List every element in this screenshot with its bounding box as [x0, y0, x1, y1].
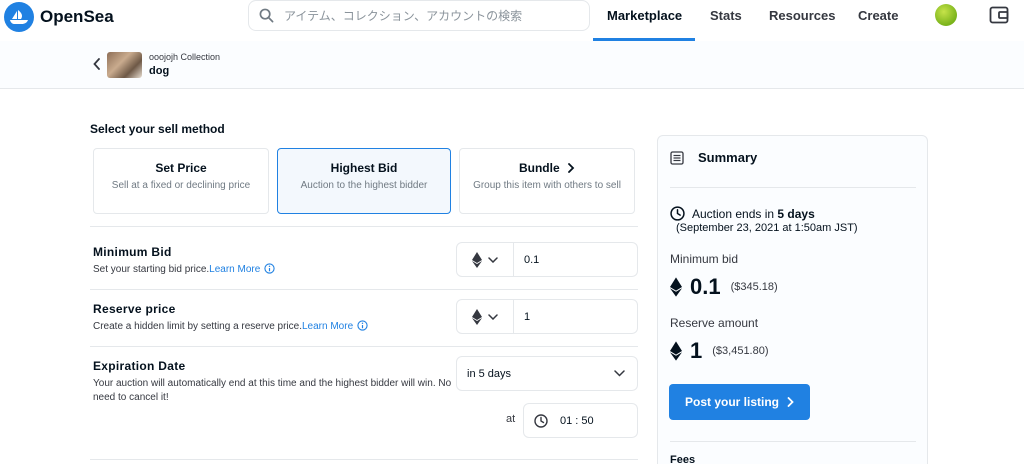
back-chevron-icon[interactable]: [93, 58, 101, 70]
method-highest-bid[interactable]: Highest Bid Auction to the highest bidde…: [277, 148, 451, 214]
divider: [670, 441, 916, 442]
sell-method-heading: Select your sell method: [90, 122, 225, 136]
nav-create[interactable]: Create: [858, 8, 898, 23]
chevron-right-icon: [568, 163, 575, 173]
ethereum-icon: [472, 308, 482, 325]
duration-value: in 5 days: [467, 367, 512, 380]
divider: [90, 289, 638, 290]
minimum-bid-desc: Set your starting bid price.Learn More: [93, 263, 275, 277]
chevron-right-icon: [787, 397, 794, 407]
opensea-logo-icon: [4, 2, 34, 32]
reserve-price-desc-text: Create a hidden limit by setting a reser…: [93, 321, 302, 332]
reserve-price-input[interactable]: 1: [513, 299, 638, 334]
method-desc: Auction to the highest bidder: [300, 180, 428, 191]
chevron-down-icon: [614, 370, 625, 377]
method-set-price[interactable]: Set Price Sell at a fixed or declining p…: [93, 148, 269, 214]
info-icon[interactable]: [357, 320, 368, 331]
minimum-bid-title: Minimum Bid: [93, 245, 172, 259]
time-value: 01 : 50: [560, 414, 594, 427]
nav-stats[interactable]: Stats: [710, 8, 742, 23]
list-icon: [670, 150, 684, 165]
reserve-amount-value: 1: [690, 338, 703, 363]
currency-select[interactable]: [456, 299, 514, 334]
method-title: Bundle: [460, 161, 634, 175]
learn-more-link[interactable]: Learn More: [209, 264, 260, 275]
expiration-time-input[interactable]: 01 : 50: [523, 403, 638, 438]
ethereum-icon: [670, 277, 682, 297]
info-icon[interactable]: [264, 263, 275, 274]
chevron-down-icon: [488, 256, 498, 263]
fees-label: Fees: [670, 454, 696, 464]
expiration-duration-select[interactable]: in 5 days: [456, 356, 638, 391]
minimum-bid-summary: 0.1 ($345.18): [670, 274, 778, 300]
search-bar[interactable]: [248, 0, 590, 31]
divider: [90, 346, 638, 347]
nav-marketplace[interactable]: Marketplace: [607, 8, 682, 23]
nav-resources[interactable]: Resources: [769, 8, 835, 23]
search-input[interactable]: [284, 8, 574, 23]
top-navbar: OpenSea Marketplace Stats Resources Crea…: [0, 0, 1024, 41]
summary-title: Summary: [698, 150, 758, 165]
post-listing-button[interactable]: Post your listing: [669, 384, 810, 420]
collection-name[interactable]: ooojojh Collection: [149, 52, 220, 62]
chevron-down-icon: [488, 313, 498, 320]
method-bundle[interactable]: Bundle Group this item with others to se…: [459, 148, 635, 214]
clock-icon: [534, 413, 548, 428]
auction-ends: Auction ends in 5 days: [670, 206, 815, 221]
method-desc: Group this item with others to sell: [473, 180, 621, 191]
reserve-amount-summary: 1 ($3,451.80): [670, 338, 769, 364]
minimum-bid-usd: ($345.18): [730, 281, 778, 293]
item-thumbnail[interactable]: [107, 52, 142, 78]
at-label: at: [506, 413, 516, 425]
auction-ends-text: Auction ends in 5 days: [692, 207, 815, 221]
divider: [670, 187, 916, 188]
search-icon: [259, 8, 274, 23]
opensea-logo[interactable]: OpenSea: [4, 2, 114, 32]
auction-ends-prefix: Auction ends in: [692, 206, 775, 221]
post-listing-label: Post your listing: [684, 395, 779, 409]
profile-avatar[interactable]: [935, 4, 957, 26]
minimum-bid-label: Minimum bid: [670, 252, 739, 266]
bundle-title-text: Bundle: [518, 161, 560, 175]
reserve-price-desc: Create a hidden limit by setting a reser…: [93, 320, 368, 334]
divider: [90, 459, 638, 460]
summary-panel: Summary Auction ends in 5 days (Septembe…: [657, 135, 928, 464]
reserve-price-title: Reserve price: [93, 302, 176, 316]
wallet-icon[interactable]: [989, 6, 1009, 24]
minimum-bid-amount: 0.1: [690, 274, 721, 299]
minimum-bid-desc-text: Set your starting bid price.: [93, 264, 210, 275]
clock-icon: [670, 206, 685, 221]
method-title: Highest Bid: [330, 161, 398, 175]
item-name: dog: [149, 65, 170, 77]
currency-select[interactable]: [456, 242, 514, 277]
learn-more-link[interactable]: Learn More: [302, 321, 353, 332]
minimum-bid-input[interactable]: 0.1: [513, 242, 638, 277]
ethereum-icon: [472, 251, 482, 268]
reserve-amount-label: Reserve amount: [670, 316, 759, 330]
reserve-amount-usd: ($3,451.80): [712, 345, 769, 357]
summary-header: Summary: [670, 150, 757, 165]
divider: [90, 226, 638, 227]
brand-name: OpenSea: [40, 7, 114, 26]
expiration-title: Expiration Date: [93, 359, 186, 373]
method-title: Set Price: [155, 161, 207, 175]
method-desc: Sell at a fixed or declining price: [111, 180, 251, 191]
expiration-desc: Your auction will automatically end at t…: [93, 378, 452, 403]
auction-end-date: (September 23, 2021 at 1:50am JST): [676, 222, 858, 234]
ethereum-icon: [670, 341, 682, 361]
auction-ends-duration: 5 days: [777, 206, 815, 221]
